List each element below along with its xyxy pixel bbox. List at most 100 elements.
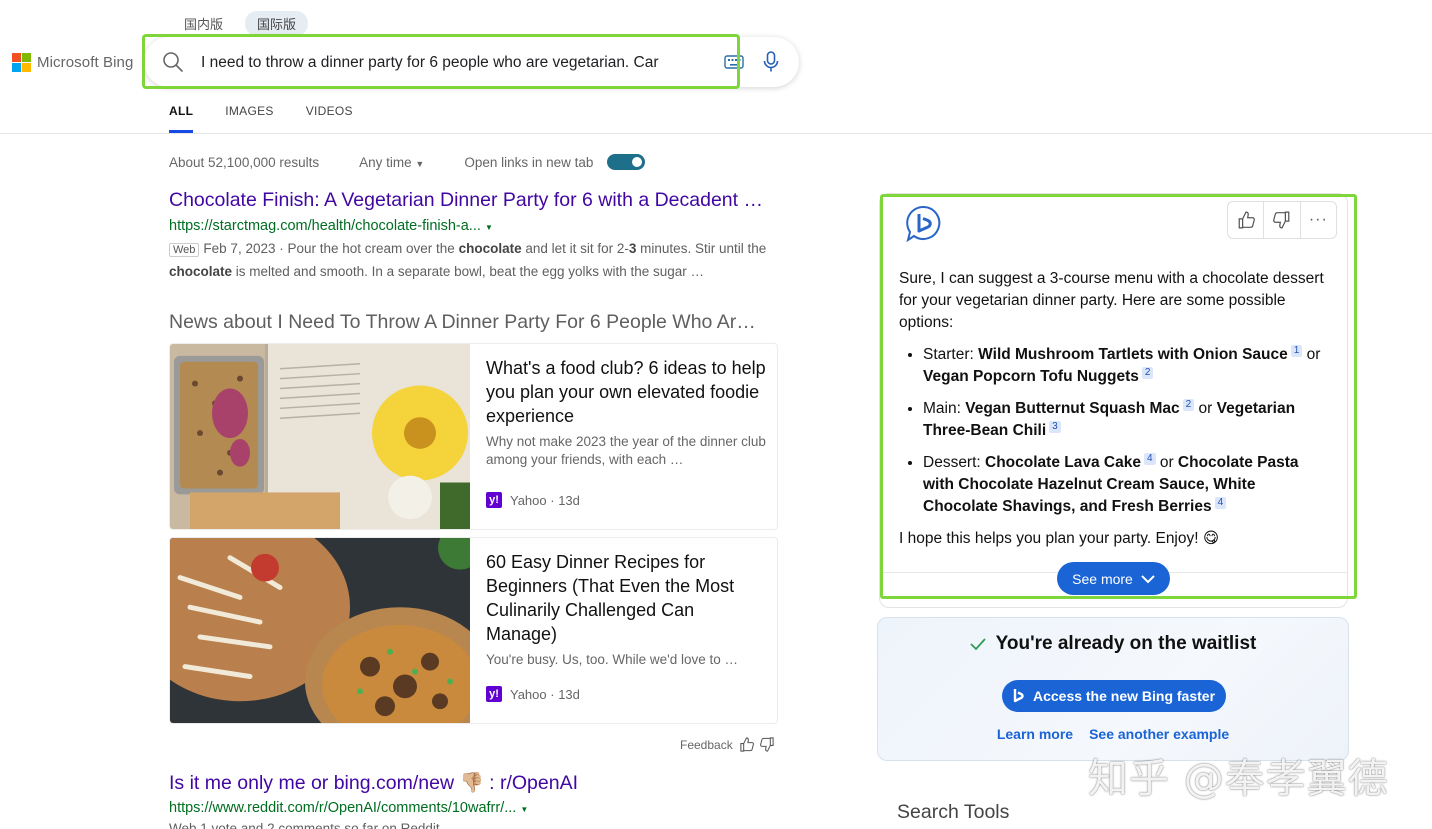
news-age: · 13d: [550, 492, 580, 508]
new-tab-toggle[interactable]: [607, 154, 646, 170]
time-filter-label: Any time: [359, 154, 412, 170]
waitlist-title-text: You're already on the waitlist: [995, 633, 1257, 654]
results-info-bar: About 52,100,000 results Any time ▼ Open…: [169, 154, 646, 170]
waitlist-links: Learn more See another example: [878, 726, 1348, 742]
result-url[interactable]: https://www.reddit.com/r/OpenAI/comments…: [169, 800, 528, 816]
see-more-label: See more: [1072, 570, 1133, 587]
thumbs-up-icon: [1238, 211, 1255, 229]
news-body: What's a food club? 6 ideas to help you …: [486, 356, 766, 469]
menu-item-main: Main: Vegan Butternut Squash Mac2 or Veg…: [923, 398, 1329, 442]
menu-item-dessert: Dessert: Chocolate Lava Cake4 or Chocola…: [923, 452, 1329, 518]
menu-label: Starter:: [923, 346, 979, 363]
bing-chat-icon: [906, 205, 941, 243]
time-filter-dropdown[interactable]: Any time ▼: [359, 155, 424, 170]
menu-option: Vegan Popcorn Tofu Nuggets: [923, 368, 1139, 385]
chat-thumbs-down-button[interactable]: [1264, 202, 1301, 238]
yahoo-icon: y!: [486, 492, 502, 508]
search-tools-heading: Search Tools: [897, 801, 1010, 823]
web-tag: Web: [169, 243, 200, 257]
tab-all[interactable]: ALL: [169, 104, 194, 133]
news-title[interactable]: 60 Easy Dinner Recipes for Beginners (Th…: [486, 550, 766, 646]
result-snippet: Web 1 vote and 2 comments so far on Redd…: [169, 821, 440, 829]
microsoft-logo-icon: [12, 53, 31, 72]
news-title[interactable]: What's a food club? 6 ideas to help you …: [486, 356, 766, 428]
news-source: y! Yahoo · 13d: [486, 492, 580, 508]
chevron-down-icon: [1141, 574, 1155, 583]
header-divider: [0, 133, 1432, 134]
bing-logo[interactable]: Microsoft Bing: [12, 53, 133, 72]
bing-icon: [1013, 689, 1024, 703]
yahoo-icon: y!: [486, 686, 502, 702]
chat-body: Sure, I can suggest a 3-course menu with…: [899, 268, 1329, 550]
feedback-row: Feedback: [680, 737, 775, 752]
citation[interactable]: 1: [1290, 344, 1303, 357]
caret-down-icon[interactable]: ▼: [520, 805, 528, 814]
snippet-part: is melted and smooth. In a separate bowl…: [232, 264, 705, 279]
citation[interactable]: 3: [1049, 420, 1061, 433]
new-tab-label: Open links in new tab: [464, 154, 594, 170]
search-icon[interactable]: [162, 51, 184, 73]
news-source-name: Yahoo: [510, 686, 547, 702]
result-url-text: https://starctmag.com/health/chocolate-f…: [169, 218, 481, 234]
checkmark-icon: [969, 638, 986, 651]
menu-label: Main:: [923, 400, 966, 417]
news-image-dinner-recipes[interactable]: [170, 538, 470, 723]
result-title[interactable]: Is it me only me or bing.com/new 👎🏼 : r/…: [169, 771, 578, 795]
news-card[interactable]: What's a food club? 6 ideas to help you …: [169, 343, 778, 530]
news-age: · 13d: [550, 686, 580, 702]
news-image-food-club[interactable]: [170, 344, 470, 529]
result-url[interactable]: https://starctmag.com/health/chocolate-f…: [169, 218, 493, 234]
snippet-bold: chocolate: [458, 241, 522, 256]
learn-more-link[interactable]: Learn more: [997, 726, 1073, 742]
tab-videos[interactable]: VIDEOS: [306, 104, 353, 133]
thumbs-down-icon: [1273, 211, 1290, 229]
news-source-name: Yahoo: [510, 492, 547, 508]
menu-label: Dessert:: [923, 454, 986, 471]
result-snippet: Web Feb 7, 2023 · Pour the hot cream over…: [169, 238, 781, 283]
more-icon: ···: [1308, 211, 1328, 228]
search-input[interactable]: [201, 51, 716, 75]
chat-intro: Sure, I can suggest a 3-course menu with…: [899, 270, 1324, 331]
snippet-bold: chocolate: [169, 264, 233, 279]
chat-closing: I hope this helps you plan your party. E…: [899, 530, 1220, 547]
access-bing-button[interactable]: Access the new Bing faster: [1002, 680, 1226, 712]
chat-answer-panel: ··· Sure, I can suggest a 3-course menu …: [879, 193, 1348, 608]
result-title[interactable]: Chocolate Finish: A Vegetarian Dinner Pa…: [169, 189, 763, 212]
citation[interactable]: 4: [1214, 496, 1227, 509]
news-card[interactable]: 60 Easy Dinner Recipes for Beginners (Th…: [169, 537, 778, 724]
see-more-button[interactable]: See more: [1057, 562, 1170, 595]
thumbs-down-icon[interactable]: [759, 737, 775, 752]
access-button-label: Access the new Bing faster: [1032, 688, 1216, 704]
region-tab-china[interactable]: 国内版: [172, 11, 235, 36]
menu-option: Chocolate Lava Cake: [985, 454, 1141, 471]
or-text: or: [1155, 454, 1178, 471]
news-desc: Why not make 2023 the year of the dinner…: [486, 434, 766, 467]
logo-text: Microsoft Bing: [37, 54, 134, 71]
microphone-icon[interactable]: [763, 51, 779, 73]
region-tabs: 国内版 国际版: [172, 11, 309, 36]
menu-item-starter: Starter: Wild Mushroom Tartlets with Oni…: [923, 344, 1329, 388]
news-desc: You're busy. Us, too. While we'd love to…: [486, 652, 739, 667]
feedback-label[interactable]: Feedback: [680, 738, 733, 752]
news-body: 60 Easy Dinner Recipes for Beginners (Th…: [486, 550, 766, 669]
region-tab-international[interactable]: 国际版: [245, 11, 309, 36]
caret-down-icon[interactable]: ▼: [485, 223, 493, 232]
citation[interactable]: 4: [1143, 452, 1156, 465]
chat-thumbs-up-button[interactable]: [1228, 202, 1265, 238]
watermark: 知乎 @奉孝翼德: [1088, 756, 1389, 802]
news-header[interactable]: News about I Need To Throw A Dinner Part…: [169, 311, 756, 334]
nav-tabs: ALL IMAGES VIDEOS: [169, 104, 353, 133]
snippet-part: Feb 7, 2023 · Pour the hot cream over th…: [203, 241, 459, 256]
citation[interactable]: 2: [1141, 366, 1154, 379]
result-url-text: https://www.reddit.com/r/OpenAI/comments…: [169, 800, 517, 816]
tab-images[interactable]: IMAGES: [225, 104, 273, 133]
keyboard-icon[interactable]: [724, 54, 744, 70]
thumbs-up-icon[interactable]: [739, 737, 754, 752]
see-another-example-link[interactable]: See another example: [1089, 726, 1229, 742]
or-text: or: [1194, 400, 1217, 417]
citation[interactable]: 2: [1182, 398, 1195, 411]
waitlist-title: You're already on the waitlist: [878, 633, 1348, 655]
menu-option: Wild Mushroom Tartlets with Onion Sauce: [978, 346, 1288, 363]
waitlist-card: You're already on the waitlist Access th…: [877, 617, 1349, 761]
chat-more-button[interactable]: ···: [1301, 202, 1336, 238]
